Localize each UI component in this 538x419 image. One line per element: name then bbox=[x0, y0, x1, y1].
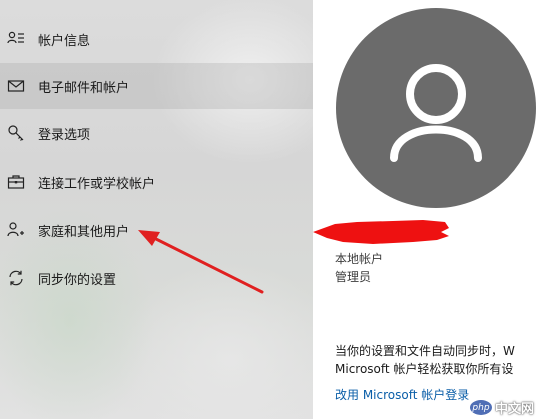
sidebar-item-family-users[interactable]: 家庭和其他用户 bbox=[0, 207, 313, 253]
email-icon bbox=[7, 77, 25, 95]
family-user-icon bbox=[7, 221, 25, 239]
watermark: php 中文网 bbox=[469, 398, 534, 417]
account-role: 管理员 bbox=[335, 270, 372, 284]
settings-window: 帐户信息 电子邮件和帐户 登录选项 连接工作或学校帐户 家庭和其他用户 同步你的… bbox=[0, 0, 538, 419]
sidebar-item-email-accounts[interactable]: 电子邮件和帐户 bbox=[0, 63, 313, 109]
account-info-icon bbox=[7, 30, 25, 48]
sidebar-item-label: 帐户信息 bbox=[38, 33, 91, 49]
sidebar-item-sync-settings[interactable]: 同步你的设置 bbox=[0, 255, 313, 301]
briefcase-icon bbox=[7, 173, 25, 191]
sidebar-item-label: 登录选项 bbox=[38, 127, 91, 143]
sidebar: 帐户信息 电子邮件和帐户 登录选项 连接工作或学校帐户 家庭和其他用户 同步你的… bbox=[0, 0, 313, 419]
sidebar-item-account-info[interactable]: 帐户信息 bbox=[0, 16, 313, 62]
user-avatar-icon bbox=[390, 64, 482, 162]
sidebar-item-label: 连接工作或学校帐户 bbox=[38, 176, 156, 192]
sidebar-item-work-school[interactable]: 连接工作或学校帐户 bbox=[0, 159, 313, 205]
switch-to-microsoft-account-link[interactable]: 改用 Microsoft 帐户登录 bbox=[335, 386, 469, 403]
watermark-text: 中文网 bbox=[494, 402, 534, 417]
sidebar-item-sign-in-options[interactable]: 登录选项 bbox=[0, 110, 313, 156]
sync-description-line1: 当你的设置和文件自动同步时，W bbox=[335, 344, 515, 358]
key-icon bbox=[7, 124, 25, 142]
redaction-mark bbox=[313, 220, 449, 244]
sidebar-item-label: 同步你的设置 bbox=[38, 272, 117, 288]
sidebar-item-label: 电子邮件和帐户 bbox=[38, 80, 130, 96]
sidebar-item-label: 家庭和其他用户 bbox=[38, 224, 130, 240]
account-panel: 本地帐户 管理员 当你的设置和文件自动同步时，W Microsoft 帐户轻松获… bbox=[313, 0, 538, 419]
avatar bbox=[336, 8, 536, 208]
watermark-badge: php bbox=[469, 400, 492, 415]
account-type: 本地帐户 bbox=[335, 252, 384, 266]
sync-icon bbox=[7, 269, 25, 287]
sync-description-line2: Microsoft 帐户轻松获取你所有设 bbox=[335, 362, 514, 376]
